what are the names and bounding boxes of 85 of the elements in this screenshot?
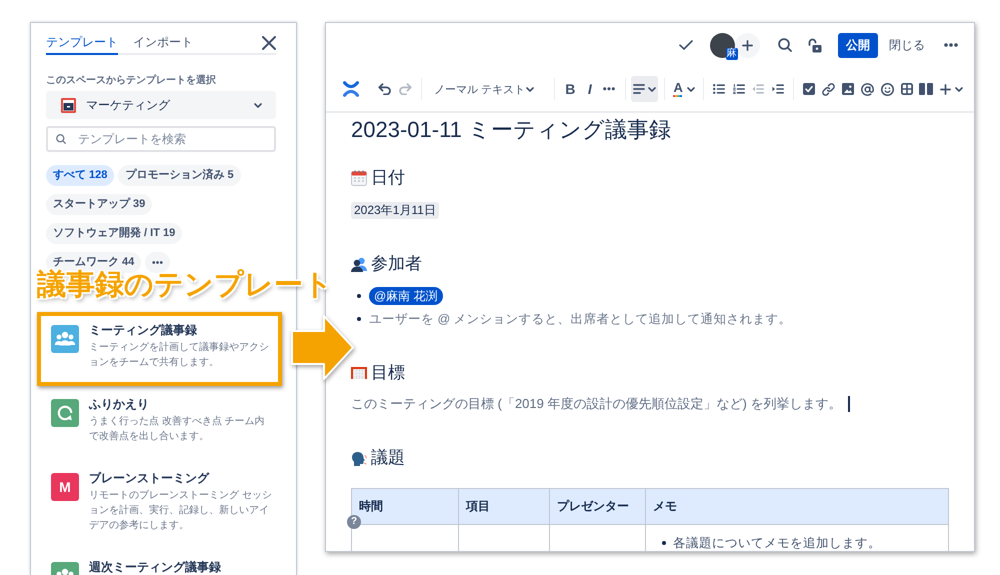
search-icon [56,134,66,144]
more-icon [152,261,164,264]
circular-arrow-tile-icon [51,399,79,427]
goal-net-icon [351,366,367,380]
template-item[interactable]: M ブレーンストーミング リモートのブレーンストーミング セッションを計画、実行、記録し、新しいアイデアの参考にします。 [37,460,282,549]
plus-icon [940,84,952,94]
tab[interactable]: テンプレート [46,33,118,55]
chevron-down-icon [254,102,262,108]
bold-button[interactable]: B [560,76,580,102]
section-label: このスペースからテンプレートを選択 [46,74,217,88]
close-button[interactable]: 閉じる [881,32,933,58]
people-tile-icon [51,325,79,353]
emoji-icon[interactable] [880,82,894,96]
mention-tag[interactable]: @麻南 花渕 [369,287,443,305]
check-icon[interactable] [678,40,692,50]
align-left-icon [633,84,646,94]
help-button[interactable]: ? [347,515,361,529]
card-tile-icon [61,98,76,112]
template-item[interactable]: 週次ミーティング議事録 [37,549,282,575]
bullet-list-icon[interactable] [713,84,726,94]
undo-icon[interactable] [378,83,392,95]
avatar-badge: 麻 [726,48,738,60]
speaking-head-icon [351,450,367,466]
more-icon[interactable] [603,87,616,91]
template-item[interactable]: ふりかえり うまく行った点 改善すべき点 チーム内で改善点を出し合います。 [37,386,282,460]
template-title: ミーティング議事録 [89,322,198,338]
bullet-icon [662,541,666,545]
page-title: 2023-01-11 ミーティング議事録 [351,116,672,144]
column-header: 項目 [458,488,550,524]
more-icon[interactable] [944,43,958,47]
template-description: リモートのブレーンストーミング セッションを計画、実行、記録し、新しいアイデアの参考にします。 [89,488,273,533]
chevron-down-icon [648,86,656,92]
template-description: ミーティングを計画して議事録やアクションをチームで共有します。 [89,340,270,370]
filter-chip[interactable]: すべて 128 [46,165,114,186]
add-button[interactable] [734,32,760,58]
search-field[interactable]: テンプレートを検索 [46,126,276,152]
italic-button[interactable]: I [580,76,600,102]
section-heading: 目標 [371,362,405,384]
bullet-icon [357,294,361,298]
filter-chip[interactable]: ソフトウェア開発 / IT 19 [46,223,182,244]
hint-text: ユーザーを @ メンションすると、出席者として追加して通知されます。 [369,311,792,328]
table-icon[interactable] [900,83,913,95]
paragraph-text: このミーティングの目標 (「2019 年度の設計の優先順位設定」など) を列挙します。 [351,395,842,413]
section-heading: 議題 [371,447,405,469]
section-heading: 参加者 [371,253,422,275]
filter-chip[interactable]: スタートアップ 39 [46,194,152,215]
filter-chip[interactable]: プロモーション済み 5 [118,165,241,186]
template-title: ふりかえり [89,396,150,412]
note-text: 各議題についてメモを追加します。 [673,535,881,551]
text-color-button[interactable]: A [670,76,696,102]
people-icon [351,256,367,272]
search-icon[interactable] [778,38,792,52]
link-icon[interactable] [822,82,836,96]
numbered-list-icon[interactable] [732,84,745,94]
tab[interactable]: インポート [133,33,193,55]
chevron-down-icon [526,86,534,92]
image-icon[interactable] [842,83,854,95]
alignment-button[interactable] [631,76,658,102]
column-header: メモ [646,488,948,524]
letter-tile-icon: M [51,473,79,501]
more-button[interactable] [145,252,170,273]
bullet-icon [357,317,361,321]
date-tag: 2023年1月11日 [351,202,439,219]
template-title: ブレーンストーミング [89,470,210,486]
chevron-down-icon [687,86,696,92]
publish-button[interactable]: 公開 [838,32,878,58]
section-heading: 日付 [371,167,405,189]
plus-icon [742,40,752,50]
app-logo [343,81,359,97]
template-description: うまく行った点 改善すべき点 チーム内で改善点を出し合います。 [89,414,266,444]
space-select[interactable]: マーケティング [46,91,276,119]
column-header: プレゼンター [550,488,646,524]
template-item[interactable]: ミーティング議事録 ミーティングを計画して議事録やアクションをチームで共有します。 [37,312,282,386]
annotation-caption: 議事録のテンプレート [37,270,333,300]
chevron-down-icon [955,86,964,92]
unlock-icon[interactable] [808,38,822,52]
text-style-select[interactable]: ノーマル テキスト [431,76,538,102]
color-bar-icon [673,94,682,98]
indent-icon[interactable] [772,84,784,94]
template-title: 週次ミーティング議事録 [89,559,222,575]
columns-icon[interactable] [919,83,934,95]
checkbox-icon[interactable] [803,83,816,95]
close-icon[interactable] [262,36,276,50]
at-sign-icon[interactable] [861,82,874,96]
calendar-icon [351,170,367,186]
